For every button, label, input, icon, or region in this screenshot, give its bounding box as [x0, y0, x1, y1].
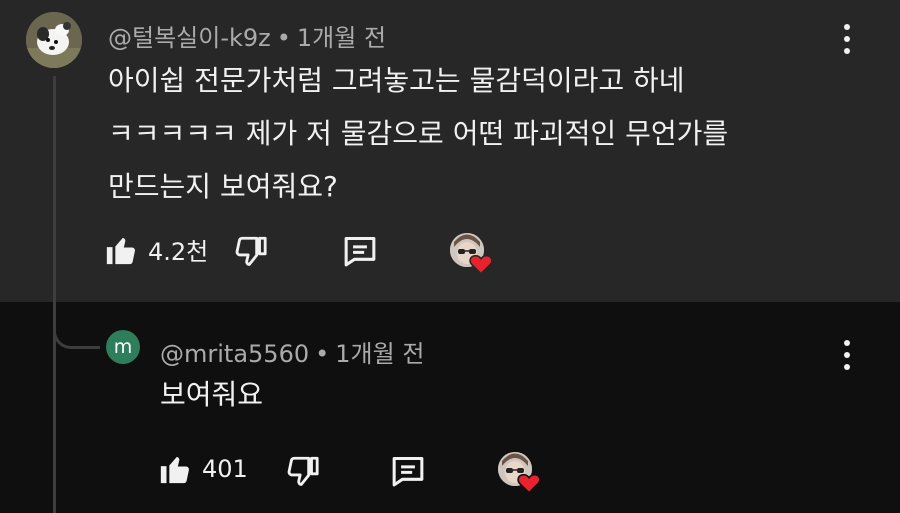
comment-text-line: ㅋㅋㅋㅋㅋ 제가 저 물감으로 어떤 파괴적인 무언가를	[108, 117, 729, 150]
reply-comment-icon	[392, 457, 424, 487]
reply-avatar[interactable]: m	[106, 330, 140, 364]
thumbs-up-icon	[106, 237, 135, 264]
thread-line	[53, 76, 56, 513]
avatar[interactable]	[26, 12, 82, 68]
dog-avatar-image	[26, 12, 82, 68]
meta-separator: •	[315, 340, 330, 368]
reply-button[interactable]	[342, 234, 378, 268]
comment-meta: @털복실이-k9z • 1개월 전	[108, 18, 386, 53]
thumbs-up-icon	[160, 456, 189, 484]
reply-author[interactable]: @mrita5560	[160, 340, 309, 368]
more-vert-icon[interactable]	[842, 340, 852, 370]
thumbs-down-icon	[287, 456, 319, 486]
like-button[interactable]: 401	[158, 452, 248, 486]
comment-text-line: 아이쉽 전문가처럼 그려놓고는 물감덕이라고 하네	[108, 64, 685, 97]
comment-text-line: 만드는지 보여줘요?	[108, 170, 338, 203]
reply-button[interactable]	[390, 454, 426, 488]
comment-author[interactable]: @털복실이-k9z	[108, 24, 271, 52]
like-count: 4.2천	[148, 238, 209, 266]
meta-separator: •	[276, 24, 291, 52]
like-count: 401	[202, 455, 248, 483]
creator-heart-badge	[498, 452, 541, 494]
creator-heart-icon	[517, 473, 541, 494]
thread-connector	[53, 300, 100, 349]
like-button[interactable]: 4.2천	[104, 232, 208, 267]
reply-text: 보여줘요	[160, 378, 264, 411]
reply-card	[0, 302, 900, 513]
creator-heart-badge	[450, 233, 493, 275]
creator-heart-icon	[469, 254, 493, 275]
thumbs-down-icon	[235, 236, 267, 266]
reply-time[interactable]: 1개월 전	[335, 340, 424, 368]
more-vert-icon[interactable]	[842, 24, 852, 54]
dislike-button[interactable]	[286, 454, 320, 488]
reply-comment-icon	[344, 237, 376, 267]
comment-thread: @털복실이-k9z • 1개월 전 아이쉽 전문가처럼 그려놓고는 물감덕이라고 하…	[0, 0, 900, 513]
comment-text: 아이쉽 전문가처럼 그려놓고는 물감덕이라고 하네 ㅋㅋㅋㅋㅋ 제가 저 물감으…	[108, 54, 728, 213]
comment-time[interactable]: 1개월 전	[297, 24, 386, 52]
dislike-button[interactable]	[234, 234, 268, 268]
reply-meta: @mrita5560 • 1개월 전	[160, 334, 424, 369]
